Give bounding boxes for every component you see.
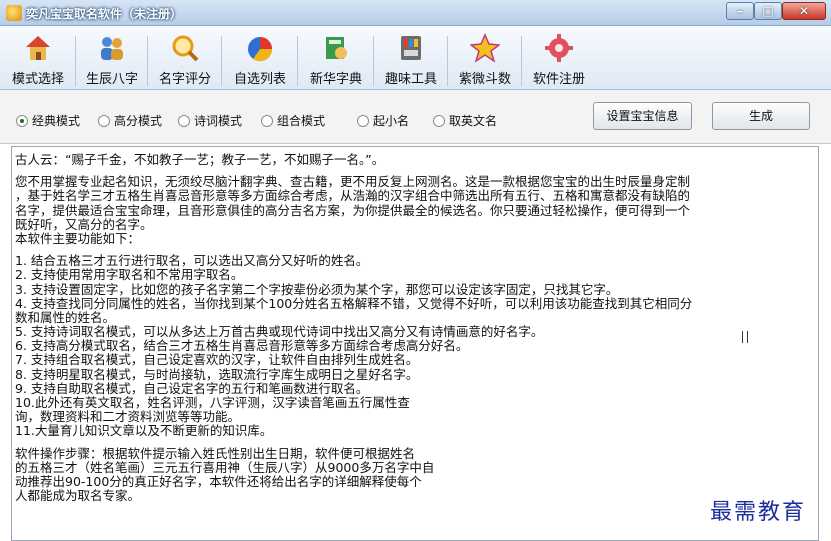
watermark: 最需教育 [710, 500, 807, 525]
magnifier-icon [172, 35, 199, 62]
toolbar-separator [221, 36, 222, 86]
text-line: 2. 支持使用常用字取名和不常用字取名。 [15, 268, 244, 283]
toolbar-separator [447, 36, 448, 86]
info-text: 古人云：“赐子千金，不如教子一艺；教子一艺，不如赐子一名。”。您不用掌握专业起名… [15, 153, 815, 503]
minimize-button[interactable]: – [726, 2, 754, 20]
radio-dot [98, 115, 110, 127]
text-line: 11.大量育儿知识文章以及不断更新的知识库。 [15, 424, 273, 439]
radio-dot [16, 115, 28, 127]
star-icon [470, 33, 500, 63]
radio-poetry-mode[interactable]: 诗词模式 [178, 112, 242, 128]
radio-classic-mode[interactable]: 经典模式 [16, 112, 80, 128]
text-line: 4. 支持查找同分同属性的姓名，当你找到某个100分姓名五格解释不错，又觉得不好… [15, 296, 693, 311]
mode-options-bar: 经典模式 高分模式 诗词模式 组合模式 起小名 取英文名 设置宝宝信息 生成 [0, 90, 831, 144]
info-text-area[interactable]: 古人云：“赐子千金，不如教子一艺；教子一艺，不如赐子一名。”。您不用掌握专业起名… [11, 146, 819, 541]
close-button[interactable]: ✕ [782, 2, 826, 20]
close-icon: ✕ [798, 4, 810, 18]
toolbar-fun-tools-button[interactable]: 趣味工具 [376, 30, 448, 88]
text-line: 3. 支持设置固定字，比如您的孩子名字第二个字按辈份必须为某个字，那您可以设定该… [15, 282, 619, 297]
main-toolbar: 模式选择 生辰八字 名字评分 自选列表 新华字典 趣味工具 紫微斗数 软件注册 [0, 26, 831, 90]
text-line: ，基于姓名学三才五格生肖喜忌音形意等多方面综合考虑，从浩瀚的汉字组合中筛选出所有… [15, 189, 691, 204]
text-line: 8. 支持明星取名模式，与时尚接轨，选取流行字库生成明日之星好名字。 [15, 367, 419, 382]
text-line: 的五格三才（姓名笔画）三元五行喜用神（生辰八字）从9000多万名字中自 [15, 460, 435, 475]
radio-dot [178, 115, 190, 127]
text-line: 9. 支持自助取名模式，自己设定名字的五行和笔画数进行取名。 [15, 381, 369, 396]
text-line: 数和属性的姓名。 [15, 310, 116, 325]
people-icon [101, 37, 123, 60]
tools-icon [401, 36, 421, 60]
radio-label: 起小名 [373, 114, 410, 128]
radio-label: 经典模式 [32, 114, 81, 128]
radio-label: 诗词模式 [194, 114, 243, 128]
text-line: 古人云：“赐子千金，不如教子一艺；教子一艺，不如赐子一名。”。 [15, 153, 385, 167]
radio-label: 高分模式 [114, 114, 163, 128]
toolbar-name-score-button[interactable]: 名字评分 [150, 30, 222, 88]
toolbar-mode-select-button[interactable]: 模式选择 [2, 30, 76, 88]
toolbar-bazi-button[interactable]: 生辰八字 [78, 30, 148, 88]
window-title: 奕凡宝宝取名软件（未注册） [26, 7, 183, 21]
generate-button[interactable]: 生成 [712, 102, 810, 130]
house-icon [26, 36, 50, 60]
book-icon [326, 37, 347, 59]
text-cursor-icon [742, 331, 748, 343]
toolbar-ziwei-button[interactable]: 紫微斗数 [450, 30, 522, 88]
title-bar: 奕凡宝宝取名软件（未注册） – □ ✕ [0, 0, 831, 26]
text-line: 您不用掌握专业起名知识，无须绞尽脑汁翻字典、查古籍，更不用反复上网测名。这是一款… [15, 175, 691, 190]
toolbar-label: 新华字典 [309, 72, 362, 87]
radio-dot [357, 115, 369, 127]
text-line: 动推荐出90-100分的真正好名字，本软件还将给出名字的详细解释使每个 [15, 474, 422, 489]
text-line: 7. 支持组合取名模式，自己设定喜欢的汉字，让软件自由排列生成姓名。 [15, 353, 419, 368]
toolbar-label: 趣味工具 [384, 72, 437, 87]
toolbar-separator [521, 36, 522, 86]
toolbar-separator [75, 36, 76, 86]
toolbar-label: 软件注册 [532, 72, 585, 87]
toolbar-separator [297, 36, 298, 86]
radio-high-score-mode[interactable]: 高分模式 [98, 112, 162, 128]
toolbar-label: 名字评分 [158, 72, 211, 87]
radio-dot [261, 115, 273, 127]
text-line: 5. 支持诗词取名模式，可以从多达上万首古典或现代诗词中找出又高分又有诗情画意的… [15, 325, 544, 340]
toolbar-separator [373, 36, 374, 86]
toolbar-register-button[interactable]: 软件注册 [524, 30, 594, 88]
radio-label: 取英文名 [449, 114, 498, 128]
toolbar-separator [147, 36, 148, 86]
maximize-icon: □ [762, 4, 774, 18]
toolbar-label: 生辰八字 [85, 72, 138, 87]
text-line: 既好听，又高分的名字。 [15, 217, 153, 232]
text-line: 询，数理资料和二才资料浏览等等功能。 [15, 410, 241, 425]
radio-nickname-mode[interactable]: 起小名 [357, 112, 409, 128]
radio-english-name-mode[interactable]: 取英文名 [433, 112, 497, 128]
toolbar-custom-list-button[interactable]: 自选列表 [224, 30, 298, 88]
maximize-button[interactable]: □ [754, 2, 782, 20]
text-line: 1. 结合五格三才五行进行取名，可以选出又高分又好听的姓名。 [15, 254, 369, 269]
text-line: 10.此外还有英文取名，姓名评测，八字评测，汉字读音笔画五行属性查 [15, 396, 410, 410]
toolbar-label: 自选列表 [233, 72, 286, 87]
text-line: 软件操作步骤：根据软件提示输入姓氏性别出生日期，软件便可根据姓名 [15, 446, 416, 461]
radio-dot [433, 115, 445, 127]
minimize-icon: – [737, 4, 743, 18]
app-logo-icon [6, 5, 22, 21]
radio-combination-mode[interactable]: 组合模式 [261, 112, 325, 128]
gear-icon [545, 34, 573, 62]
text-line: 6. 支持高分模式取名，结合三才五格生肖喜忌音形意等多方面综合考虑高分好名。 [15, 339, 469, 354]
set-baby-info-button[interactable]: 设置宝宝信息 [593, 102, 692, 130]
text-line: 人都能成为取名专家。 [15, 489, 141, 504]
toolbar-dictionary-button[interactable]: 新华字典 [300, 30, 374, 88]
toolbar-label: 模式选择 [11, 72, 64, 87]
toolbar-label: 紫微斗数 [458, 72, 511, 87]
text-line: 名字，提供最适合宝宝命理，且音形意俱佳的高分吉名方案，为你提供最全的候选名。你只… [15, 203, 691, 218]
radio-label: 组合模式 [277, 114, 326, 128]
text-line: 本软件主要功能如下： [15, 231, 141, 246]
pie-icon [248, 37, 273, 62]
